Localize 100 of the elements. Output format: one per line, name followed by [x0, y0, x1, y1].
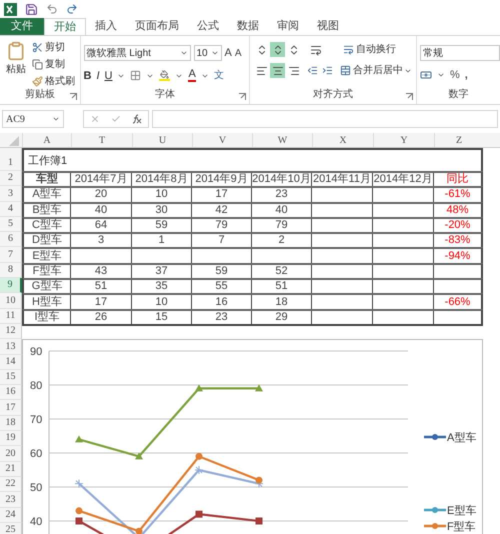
ribbon-tab[interactable]: 插入 [86, 18, 126, 35]
table-cell: E型车 [24, 249, 71, 263]
decrease-indent-icon[interactable] [307, 65, 318, 76]
row-header[interactable]: 24 [0, 508, 22, 523]
row-header[interactable]: 2 [0, 171, 22, 186]
column-header[interactable]: X [312, 133, 373, 147]
row-header[interactable]: 6 [0, 232, 22, 248]
wrap-text-icon [343, 44, 354, 55]
table-cell: 10 [132, 188, 192, 202]
shrink-font-button[interactable]: A [234, 46, 242, 61]
point [136, 528, 142, 534]
ribbon-tab[interactable]: 审阅 [268, 18, 308, 35]
percent-button[interactable]: % [450, 67, 460, 84]
borders-icon[interactable] [130, 70, 142, 82]
dialog-launcher-icon[interactable] [70, 93, 76, 100]
row-header[interactable]: 1 [0, 148, 22, 171]
row-header[interactable]: 11 [0, 308, 22, 324]
column-header[interactable]: T [71, 133, 132, 147]
currency-icon[interactable] [420, 69, 432, 82]
phonetic-button[interactable]: 文 [214, 68, 224, 84]
row-header[interactable]: 21 [0, 462, 22, 477]
insert-function-icon[interactable] [132, 114, 142, 124]
font-size-field[interactable]: 10 [194, 45, 222, 62]
column-header[interactable]: Y [373, 133, 434, 147]
ribbon-tab[interactable]: 页面布局 [126, 18, 188, 35]
row-header[interactable]: 7 [0, 247, 22, 263]
ribbon-tab[interactable]: 视图 [308, 18, 348, 35]
align-button[interactable] [270, 63, 286, 78]
ribbon-tab[interactable]: 数据 [228, 18, 268, 35]
ribbon-tab[interactable]: 开始 [44, 18, 86, 35]
copy-button[interactable]: 复制 [32, 57, 75, 72]
underline-button[interactable]: U [104, 68, 112, 84]
table-cell: 17 [71, 295, 132, 309]
redo-icon[interactable] [66, 3, 78, 15]
fill-color-icon[interactable] [159, 70, 170, 82]
align-button[interactable] [270, 42, 286, 57]
row-header[interactable]: 25 [0, 522, 22, 534]
merge-center-button[interactable]: 合并后居中 [340, 63, 404, 78]
row-header[interactable]: 20 [0, 446, 22, 462]
row-header[interactable]: 8 [0, 262, 22, 278]
row-header[interactable]: 4 [0, 202, 22, 217]
table-cell-text: -20% [444, 218, 472, 232]
table-cell: C型车 [24, 218, 71, 232]
y-tick-label: 90 [30, 346, 42, 358]
row-header[interactable]: 16 [0, 385, 22, 400]
row-header[interactable]: 9 [0, 278, 22, 294]
undo-icon[interactable] [46, 3, 58, 15]
table-cell: 15 [132, 310, 192, 324]
legend-label: E型车 [447, 505, 476, 518]
point [76, 518, 82, 525]
name-box[interactable]: AC9 [2, 110, 64, 128]
table-cell: 23 [252, 188, 312, 202]
spreadsheet-app-icon[interactable] [4, 2, 17, 16]
grow-font-button[interactable]: A [224, 45, 232, 62]
group-label: 数字 [447, 88, 470, 102]
row-header[interactable]: 12 [0, 324, 22, 340]
row-header[interactable]: 23 [0, 492, 22, 508]
format-painter-button[interactable]: 格式刷 [32, 74, 75, 89]
row-header[interactable]: 17 [0, 400, 22, 416]
file-tab[interactable]: 文件 [0, 18, 44, 35]
font-name-field[interactable]: 微软雅黑 Light [84, 45, 190, 62]
cut-button[interactable]: 剪切 [32, 40, 75, 55]
table-cell: 18 [252, 295, 312, 309]
column-header[interactable]: A [22, 133, 71, 147]
dialog-launcher-icon[interactable] [406, 93, 413, 100]
table-cell: 35 [132, 280, 192, 294]
row-header[interactable]: 14 [0, 354, 22, 370]
copy-icon [32, 59, 43, 70]
row-header[interactable]: 15 [0, 370, 22, 386]
dialog-launcher-icon[interactable] [239, 93, 246, 100]
dropdown-caret-icon[interactable] [52, 115, 60, 123]
column-header[interactable]: V [192, 133, 252, 147]
row-header[interactable]: 5 [0, 216, 22, 232]
number-format-field[interactable]: 常规 [420, 45, 500, 61]
bold-button[interactable]: B [84, 68, 92, 84]
row-header[interactable]: 22 [0, 476, 22, 492]
column-header[interactable]: W [252, 133, 312, 147]
italic-button[interactable]: I [96, 68, 100, 84]
column-header[interactable]: U [132, 133, 192, 147]
row-header[interactable]: 3 [0, 186, 22, 202]
table-cell: 40 [252, 204, 312, 217]
orientation-icon[interactable] [310, 44, 322, 56]
wrap-text-button[interactable]: 自动换行 [343, 42, 396, 57]
row-header[interactable]: 18 [0, 416, 22, 432]
font-color-button[interactable]: A [188, 69, 196, 82]
increase-indent-icon[interactable] [322, 65, 334, 76]
point [196, 510, 202, 518]
formula-input[interactable] [152, 110, 498, 128]
row-header[interactable]: 10 [0, 293, 22, 309]
row-header[interactable]: 13 [0, 339, 22, 355]
point [135, 452, 143, 460]
y-tick-label: 50 [30, 482, 42, 494]
save-icon[interactable] [25, 2, 38, 16]
comma-style-button[interactable]: , [464, 67, 468, 84]
paintbrush-icon [32, 76, 43, 87]
row-header[interactable]: 19 [0, 431, 22, 446]
table-cell: 23 [192, 310, 252, 324]
table-cell: 30 [132, 204, 192, 217]
column-header[interactable]: Z [434, 133, 483, 147]
ribbon-tab[interactable]: 公式 [188, 18, 228, 35]
